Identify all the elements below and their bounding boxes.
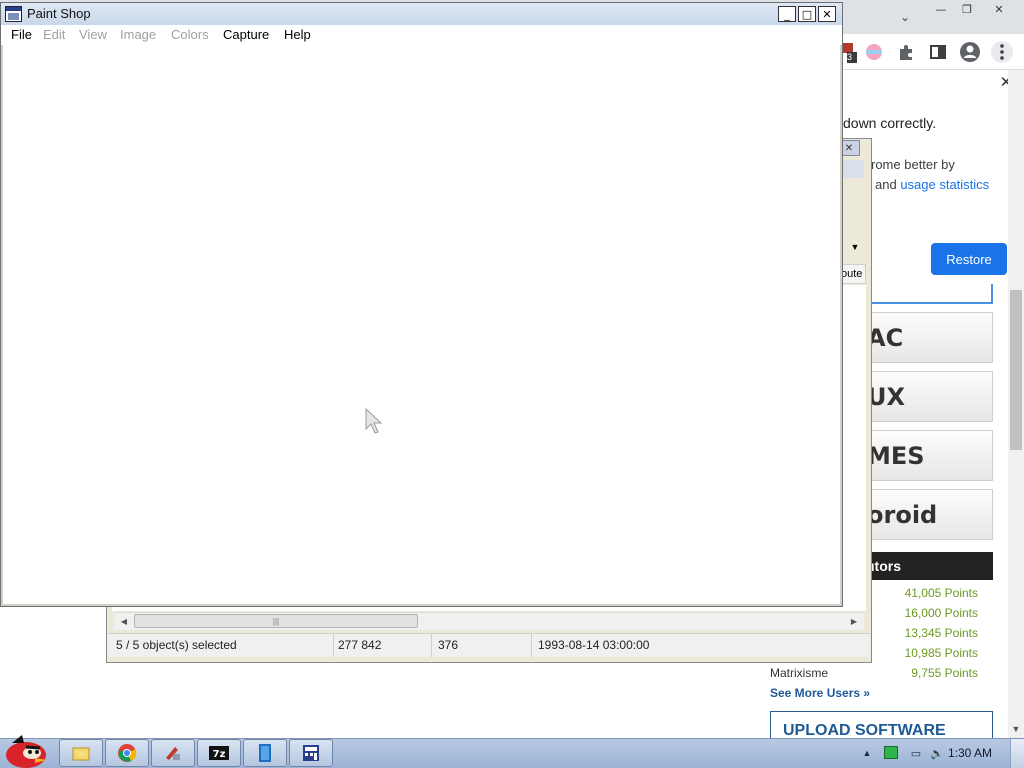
side-panel-icon[interactable] — [926, 40, 950, 64]
os-tile-games[interactable]: MES — [860, 430, 993, 481]
page-scrollbar-thumb[interactable] — [1010, 290, 1022, 450]
restore-button[interactable]: Restore — [931, 243, 1007, 275]
menu-capture[interactable]: Capture — [223, 27, 269, 42]
taskbar-paint-button[interactable] — [151, 739, 195, 767]
volume-icon[interactable]: 🔈 — [929, 745, 945, 761]
menu-file[interactable]: File — [11, 27, 32, 42]
explorer-toolbar-band — [840, 160, 864, 178]
contributor-name[interactable]: Matrixisme — [770, 666, 828, 680]
os-tile-label: oroid — [867, 500, 938, 529]
maximize-button[interactable]: □ — [798, 6, 816, 22]
see-more-users-link[interactable]: See More Users » — [770, 686, 870, 700]
top-contributors-header: utors — [860, 552, 993, 580]
menu-edit: Edit — [43, 27, 66, 42]
status-count: 376 — [430, 633, 532, 657]
browser-restore-button[interactable]: ❐ — [952, 0, 982, 18]
start-button-angry-bird-icon[interactable] — [2, 731, 52, 768]
extension-badge-count: 3 — [847, 52, 853, 62]
paint-canvas[interactable] — [3, 45, 840, 604]
status-selection: 5 / 5 object(s) selected — [108, 633, 334, 657]
contributor-points: 9,755 Points — [911, 666, 978, 680]
notebook-app-icon — [259, 744, 271, 762]
upload-software-button[interactable]: UPLOAD SOFTWARE — [770, 711, 993, 741]
contributor-points: 10,985 Points — [904, 646, 978, 660]
calculator-app-icon — [303, 745, 319, 761]
os-tile-label: UX — [867, 382, 905, 411]
svg-text:7z: 7z — [213, 749, 226, 760]
contributor-points: 41,005 Points — [904, 586, 978, 600]
profile-color-icon[interactable] — [862, 40, 886, 64]
scroll-down-arrow-icon[interactable]: ▼ — [1010, 722, 1022, 736]
horizontal-scrollbar-thumb[interactable]: ||| — [134, 614, 418, 628]
account-avatar-icon[interactable] — [958, 40, 982, 64]
contributor-points: 16,000 Points — [904, 606, 978, 620]
os-tile-label: AC — [867, 323, 904, 352]
mouse-pointer-icon — [364, 407, 384, 436]
show-desktop-button[interactable] — [1010, 739, 1024, 768]
system-clock[interactable]: 1:30 AM — [946, 746, 994, 760]
os-tile-android[interactable]: oroid — [860, 489, 993, 540]
taskbar-calculator-button[interactable] — [289, 739, 333, 767]
site-search-input[interactable] — [860, 284, 993, 304]
explorer-folder-icon — [72, 747, 90, 761]
usage-statistics-link[interactable]: usage statistics — [900, 177, 989, 192]
bubble-subtext-line1: rome better by — [871, 157, 955, 172]
menu-kebab-icon[interactable] — [990, 40, 1014, 64]
os-tile-mac[interactable]: AC — [860, 312, 993, 363]
taskbar-7zip-button[interactable]: 7z — [197, 739, 241, 767]
network-icon[interactable]: ▭ — [908, 745, 924, 761]
battery-power-icon[interactable] — [884, 746, 898, 759]
minimize-button[interactable]: _ — [778, 6, 796, 22]
status-date: 1993-08-14 03:00:00 — [538, 638, 650, 652]
paint-titlebar[interactable] — [1, 3, 842, 25]
tab-search-chevron-icon[interactable]: ⌄ — [896, 8, 914, 26]
window-title: Paint Shop — [27, 6, 91, 21]
menu-help[interactable]: Help — [284, 27, 311, 42]
7zip-icon: 7z — [209, 746, 229, 760]
taskbar-explorer-button[interactable] — [59, 739, 103, 767]
menu-colors: Colors — [171, 27, 209, 42]
os-tile-linux[interactable]: UX — [860, 371, 993, 422]
taskbar-chrome-button[interactable] — [105, 739, 149, 767]
bubble-subtext-line2: and usage statistics — [875, 177, 989, 192]
bubble-message: down correctly. — [843, 115, 937, 131]
paint-tool-icon — [166, 747, 180, 760]
paint-app-icon[interactable] — [5, 6, 22, 22]
tray-overflow-arrow-icon[interactable]: ▲ — [860, 746, 874, 760]
extensions-puzzle-icon[interactable] — [894, 40, 918, 64]
browser-close-button[interactable]: ✕ — [984, 0, 1014, 18]
scroll-left-arrow-icon[interactable]: ◀ — [118, 614, 130, 628]
menu-view: View — [79, 27, 107, 42]
os-tile-label: MES — [867, 441, 925, 470]
chrome-icon — [118, 744, 137, 762]
scroll-right-arrow-icon[interactable]: ▶ — [848, 614, 860, 628]
status-size: 277 842 — [330, 633, 432, 657]
close-button[interactable]: ✕ — [818, 6, 836, 22]
combo-dropdown-arrow-icon[interactable]: ▼ — [846, 238, 864, 256]
menu-image: Image — [120, 27, 157, 42]
bubble-subtext-prefix: and — [875, 177, 901, 192]
taskbar-notebook-button[interactable] — [243, 739, 287, 767]
contributor-points: 13,345 Points — [904, 626, 978, 640]
